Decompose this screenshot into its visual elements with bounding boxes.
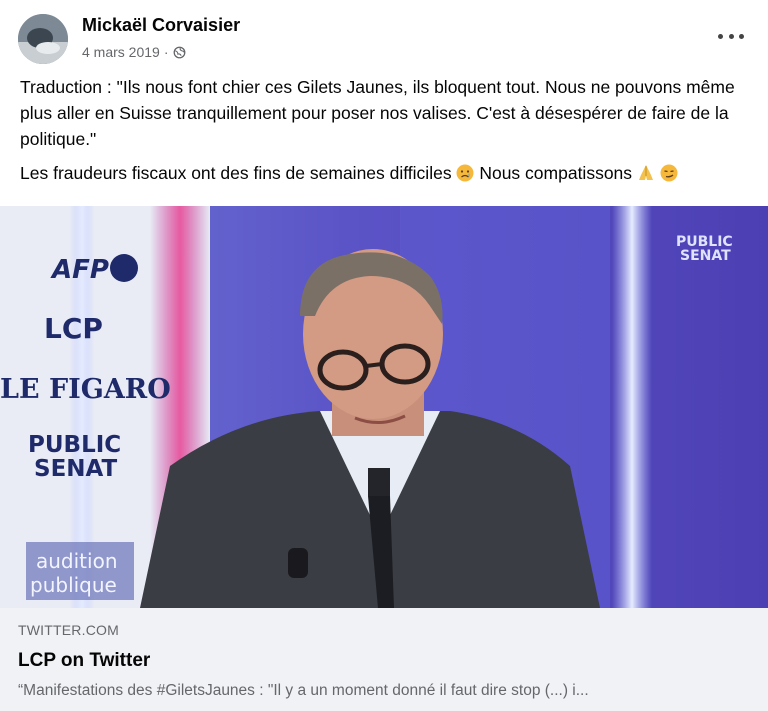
svg-text:audition: audition bbox=[36, 549, 118, 573]
globe-icon bbox=[173, 46, 185, 58]
avatar-image bbox=[18, 14, 68, 64]
post-date[interactable]: 4 mars 2019 bbox=[82, 44, 160, 60]
sad-face-emoji bbox=[456, 164, 474, 182]
lcp-logo: LCP bbox=[44, 312, 103, 345]
avatar[interactable] bbox=[18, 14, 68, 64]
praying-hands-emoji bbox=[638, 165, 653, 180]
link-domain: TWITTER.COM bbox=[18, 622, 119, 638]
author-name[interactable]: Mickaël Corvaisier bbox=[82, 15, 240, 36]
post-text: Traduction : "Ils nous font chier ces Gi… bbox=[20, 74, 750, 186]
svg-text:publique: publique bbox=[30, 573, 117, 597]
link-preview-image[interactable]: AFP LCP LE FIGARO PUBLIC SENAT PUBLIC SE… bbox=[0, 206, 768, 608]
post-text-translation: Traduction : "Ils nous font chier ces Gi… bbox=[20, 77, 735, 149]
svg-text:SENAT: SENAT bbox=[680, 248, 731, 264]
figaro-logo: LE FIGARO bbox=[0, 374, 171, 405]
more-options-icon[interactable] bbox=[718, 26, 744, 46]
svg-text:PUBLIC: PUBLIC bbox=[28, 432, 121, 458]
post-meta: 4 mars 2019 · bbox=[82, 44, 186, 60]
post-header: Mickaël Corvaisier 4 mars 2019 · bbox=[0, 0, 768, 70]
link-description: “Manifestations des #GiletsJaunes : "Il … bbox=[18, 682, 589, 699]
post-text-comment: Les fraudeurs fiscaux ont des fins de se… bbox=[20, 160, 750, 186]
link-preview[interactable]: TWITTER.COM LCP on Twitter “Manifestatio… bbox=[0, 608, 768, 711]
svg-text:SENAT: SENAT bbox=[34, 456, 118, 482]
afp-logo: AFP bbox=[50, 255, 109, 285]
facebook-post: Mickaël Corvaisier 4 mars 2019 · Traduct… bbox=[0, 0, 768, 711]
post-text-comment-part2: Nous compatissons bbox=[479, 163, 633, 183]
tv-still-image: AFP LCP LE FIGARO PUBLIC SENAT PUBLIC SE… bbox=[0, 206, 768, 608]
meta-separator: · bbox=[163, 44, 169, 60]
link-title[interactable]: LCP on Twitter bbox=[18, 650, 150, 672]
post-text-comment-part1: Les fraudeurs fiscaux ont des fins de se… bbox=[20, 163, 452, 183]
smirking-face-emoji bbox=[660, 164, 678, 182]
